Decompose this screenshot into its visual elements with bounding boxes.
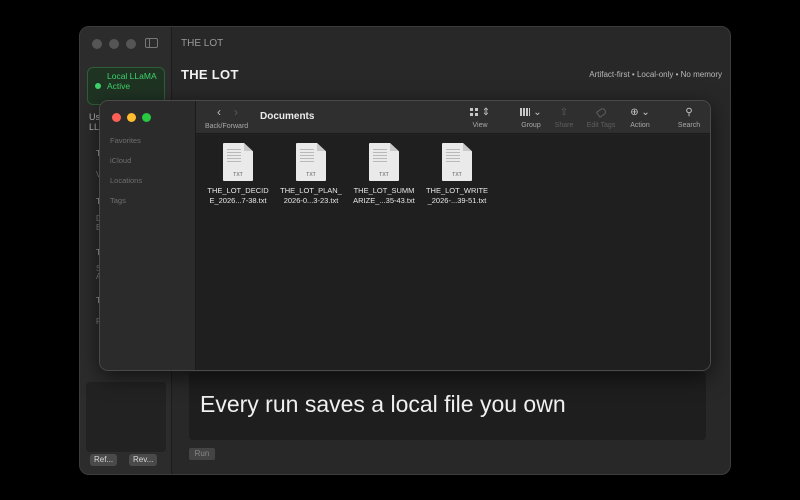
file-ext: TXT [379, 172, 389, 178]
file-ext: TXT [233, 172, 243, 178]
folder-title: Documents [260, 111, 315, 122]
sidebar-fragment: LL [89, 122, 100, 132]
text-file-icon: TXT [296, 143, 326, 181]
search-label: Search [677, 122, 701, 129]
edit-tags-button[interactable]: Edit Tags [583, 106, 619, 129]
edit-tags-label: Edit Tags [586, 122, 616, 129]
finder-window: Favorites iCloud Locations Tags ‹ › Back… [99, 100, 711, 371]
file-item[interactable]: TXT THE_LOT_DECID E_2026...7-38.txt [203, 143, 273, 206]
file-name: THE_LOT_PLAN_ 2026-0...3-23.txt [280, 186, 342, 205]
close-button[interactable] [112, 113, 121, 122]
tag-icon [595, 106, 607, 118]
group-icon [520, 108, 531, 117]
file-name: THE_LOT_WRITE _2026-...39-51.txt [425, 186, 489, 205]
sidebar-section-icloud[interactable]: iCloud [110, 156, 131, 165]
group-button[interactable]: ⌄ Group [516, 106, 546, 129]
chevron-down-icon: ⌄ [641, 107, 650, 118]
text-file-icon: TXT [369, 143, 399, 181]
view-label: View [472, 122, 488, 129]
zoom-button-inactive[interactable] [126, 39, 136, 49]
forward-arrow-icon[interactable]: › [234, 105, 238, 119]
grid-view-icon [469, 108, 479, 117]
share-icon: ⇧ [559, 107, 569, 118]
file-item[interactable]: TXT THE_LOT_SUMM ARIZE_...35-43.txt [349, 143, 419, 206]
output-card: Every run saves a local file you own [189, 372, 706, 440]
caption-overlay: Every run saves a local file you own [200, 391, 566, 417]
file-name: THE_LOT_SUMM ARIZE_...35-43.txt [353, 186, 415, 205]
text-file-icon: TXT [442, 143, 472, 181]
file-item[interactable]: TXT THE_LOT_WRITE _2026-...39-51.txt [422, 143, 492, 206]
text-file-icon: TXT [223, 143, 253, 181]
close-button-inactive[interactable] [92, 39, 102, 49]
file-ext: TXT [452, 172, 462, 178]
sidebar-section-tags[interactable]: Tags [110, 196, 126, 205]
file-name: THE_LOT_DECID E_2026...7-38.txt [207, 186, 269, 205]
sidebar-bottom-panel [86, 382, 166, 452]
file-ext: TXT [306, 172, 316, 178]
sidebar-toggle-icon[interactable] [145, 38, 158, 48]
action-label: Action [630, 122, 650, 129]
refresh-button[interactable]: Ref... [90, 454, 118, 466]
back-arrow-icon[interactable]: ‹ [217, 105, 221, 119]
ellipsis-circle-icon: ⊕ [630, 107, 639, 118]
finder-sidebar: Favorites iCloud Locations Tags [100, 101, 196, 370]
app-window-controls [92, 39, 136, 49]
chevron-updown-icon: ⇕ [481, 107, 491, 118]
reveal-button[interactable]: Rev... [129, 454, 158, 466]
finder-window-controls [112, 113, 151, 122]
app-heading: THE LOT [181, 67, 239, 82]
minimize-button[interactable] [127, 113, 136, 122]
group-label: Group [521, 122, 541, 129]
minimize-button-inactive[interactable] [109, 39, 119, 49]
share-label: Share [554, 122, 574, 129]
share-button[interactable]: ⇧ Share [552, 106, 576, 129]
finder-toolbar: ‹ › Back/Forward Documents ⇕ View ⌄ Grou… [196, 101, 710, 134]
zoom-button[interactable] [142, 113, 151, 122]
app-window-title: THE LOT [181, 38, 224, 49]
status-dot-icon [95, 83, 101, 89]
search-icon: ⚲ [685, 107, 693, 118]
model-status-text: Local LLaMA Active [107, 71, 157, 91]
sidebar-section-locations[interactable]: Locations [110, 176, 142, 185]
sidebar-section-favorites[interactable]: Favorites [110, 136, 141, 145]
file-item[interactable]: TXT THE_LOT_PLAN_ 2026-0...3-23.txt [276, 143, 346, 206]
app-tagline: Artifact-first • Local-only • No memory [589, 70, 722, 79]
file-grid: TXT THE_LOT_DECID E_2026...7-38.txt TXT … [196, 135, 710, 370]
search-button[interactable]: ⚲ Search [674, 106, 704, 129]
action-button[interactable]: ⊕ ⌄ Action [626, 106, 654, 129]
chevron-down-icon: ⌄ [533, 107, 542, 118]
back-forward-label: Back/Forward [205, 123, 249, 130]
view-button[interactable]: ⇕ View [466, 106, 494, 129]
run-button[interactable]: Run [189, 448, 215, 460]
